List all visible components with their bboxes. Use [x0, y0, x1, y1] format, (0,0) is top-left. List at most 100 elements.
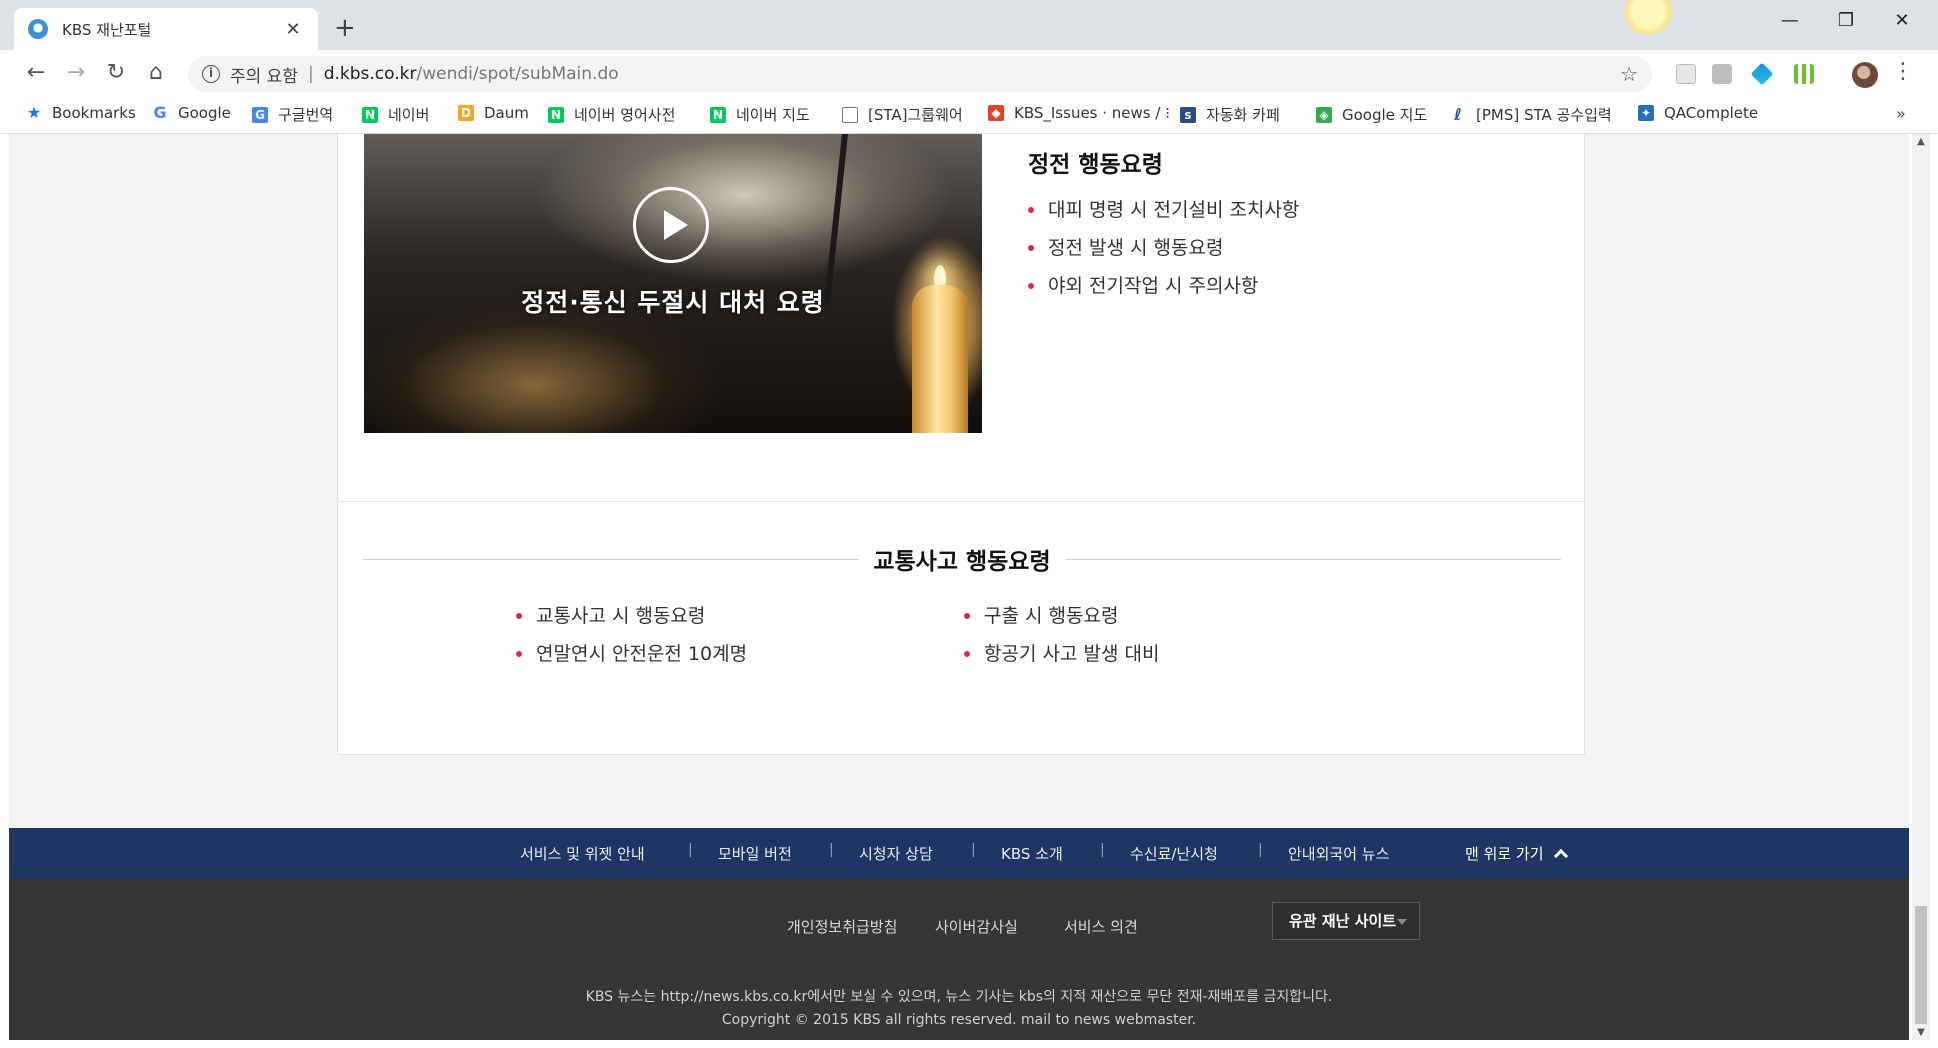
- window-bottom-edge: [0, 1040, 1938, 1048]
- list-item[interactable]: 항공기 사고 발생 대비: [964, 635, 1159, 673]
- bookmark-item[interactable]: N 네이버: [362, 104, 429, 125]
- back-button[interactable]: ←: [20, 60, 52, 86]
- tab-strip: KBS 재난포털 ✕ + — ❐ ✕: [0, 0, 1938, 50]
- browser-tab[interactable]: KBS 재난포털 ✕: [14, 8, 318, 50]
- gitlab-icon: ◆: [988, 105, 1004, 121]
- play-icon[interactable]: [633, 187, 709, 263]
- url-path: /wendi/spot/subMain.do: [416, 64, 619, 84]
- page-scrollbar[interactable]: ▲ ▼: [1912, 134, 1930, 1040]
- video-scene-shadow: [824, 134, 850, 305]
- bookmark-item[interactable]: N 네이버 지도: [710, 104, 810, 125]
- bullet-dot: [516, 651, 522, 657]
- naver-icon: N: [362, 106, 378, 123]
- bookmark-label: [STA]그룹웨어: [868, 106, 963, 124]
- bookmark-label: 구글번역: [278, 106, 334, 124]
- star-icon: ★: [26, 103, 42, 122]
- list-item[interactable]: 교통사고 시 행동요령: [516, 597, 747, 635]
- minimize-button[interactable]: —: [1770, 10, 1810, 31]
- footer-link-viewer[interactable]: 시청자 상담: [859, 843, 933, 864]
- footer-link-mobile[interactable]: 모바일 버전: [718, 843, 792, 864]
- footer-link-audit[interactable]: 사이버감사실: [935, 916, 1018, 937]
- new-tab-button[interactable]: +: [334, 14, 356, 42]
- restore-button[interactable]: ❐: [1826, 10, 1866, 31]
- list-item-label: 연말연시 안전운전 10계명: [536, 643, 748, 665]
- bullet-dot: [964, 613, 970, 619]
- bookmark-item[interactable]: G Google: [152, 103, 231, 122]
- bookmark-label: Bookmarks: [52, 104, 136, 122]
- footer-link-privacy[interactable]: 개인정보취급방침: [787, 916, 897, 937]
- video-thumbnail[interactable]: 정전·통신 두절시 대처 요령: [364, 134, 982, 433]
- bookmark-item[interactable]: ℓ [PMS] STA 공수입력: [1450, 104, 1612, 125]
- scroll-up-icon[interactable]: ▲: [1912, 136, 1930, 147]
- google-icon: G: [153, 103, 167, 122]
- footer-link-foreign-news[interactable]: 안내외국어 뉴스: [1288, 843, 1389, 864]
- bookmark-item[interactable]: ★ Bookmarks: [26, 104, 136, 122]
- browser-chrome: KBS 재난포털 ✕ + — ❐ ✕ ← → ↻ ⌂ i 주의 요함 | d.k…: [0, 0, 1938, 134]
- footer-link-about[interactable]: KBS 소개: [1001, 843, 1063, 864]
- bullet-dot: [1028, 245, 1034, 251]
- reload-button[interactable]: ↻: [100, 60, 132, 86]
- forward-button[interactable]: →: [60, 60, 92, 86]
- bookmark-label: QAComplete: [1664, 104, 1759, 122]
- traffic-list-left: 교통사고 시 행동요령 연말연시 안전운전 10계명: [516, 597, 747, 673]
- scroll-down-icon[interactable]: ▼: [1912, 1027, 1930, 1038]
- close-window-button[interactable]: ✕: [1882, 10, 1922, 31]
- list-item-label: 구출 시 행동요령: [984, 605, 1119, 627]
- bookmark-star-icon[interactable]: ☆: [1620, 62, 1638, 86]
- bullet-dot: [1028, 207, 1034, 213]
- page-viewport: 정전·통신 두절시 대처 요령 정전 행동요령 대피 명령 시 전기설비 조치사…: [9, 134, 1909, 1040]
- security-warning: 주의 요함: [230, 66, 298, 87]
- extension-ex-icon[interactable]: [1712, 64, 1732, 84]
- bookmark-label: 자동화 카페: [1206, 106, 1280, 124]
- list-item[interactable]: 야외 전기작업 시 주의사항: [1028, 267, 1299, 305]
- bookmark-item[interactable]: D Daum: [458, 104, 529, 122]
- bookmark-item[interactable]: G 구글번역: [252, 104, 333, 125]
- footer-link-service[interactable]: 서비스 및 위젯 안내: [520, 843, 645, 864]
- list-item[interactable]: 연말연시 안전운전 10계명: [516, 635, 747, 673]
- footer-separator: |: [1100, 842, 1105, 858]
- bookmark-item[interactable]: ◆ KBS_Issues · news / ⁝: [988, 104, 1170, 122]
- scroll-thumb[interactable]: [1915, 906, 1927, 1024]
- bullet-dot: [1028, 283, 1034, 289]
- profile-avatar[interactable]: [1852, 62, 1878, 88]
- back-to-top-label: 맨 위로 가기: [1465, 845, 1544, 863]
- browser-toolbar: ← → ↻ ⌂ i 주의 요함 | d.kbs.co.kr /wendi/spo…: [0, 50, 1938, 98]
- bookmark-label: 네이버 지도: [736, 106, 810, 124]
- footer-link-fee[interactable]: 수신료/난시청: [1130, 843, 1218, 864]
- translate-icon: G: [252, 106, 268, 123]
- footer-link-feedback[interactable]: 서비스 의견: [1064, 916, 1138, 937]
- traffic-card: 교통사고 행동요령 교통사고 시 행동요령 연말연시 안전운전 10계명 구출 …: [337, 501, 1585, 755]
- bookmark-item[interactable]: ◈ Google 지도: [1316, 104, 1427, 125]
- browser-menu-icon[interactable]: ⋮: [1892, 60, 1914, 84]
- bookmark-item[interactable]: [STA]그룹웨어: [842, 104, 963, 125]
- bullet-dot: [964, 651, 970, 657]
- bookmark-label: Google: [178, 104, 231, 122]
- url-host: d.kbs.co.kr: [323, 64, 417, 84]
- bookmarks-overflow-icon[interactable]: »: [1896, 104, 1906, 123]
- footer-separator: |: [1258, 842, 1263, 858]
- related-sites-select[interactable]: 유관 재난 사이트: [1272, 902, 1420, 940]
- bookmark-label: 네이버 영어사전: [574, 106, 676, 124]
- bookmark-label: Daum: [484, 104, 529, 122]
- section-title: 정전 행동요령: [1028, 152, 1163, 178]
- back-to-top-button[interactable]: 맨 위로 가기: [1465, 843, 1568, 864]
- list-item[interactable]: 대피 명령 시 전기설비 조치사항: [1028, 191, 1299, 229]
- bookmark-label: [PMS] STA 공수입력: [1476, 106, 1612, 124]
- list-item[interactable]: 정전 발생 시 행동요령: [1028, 229, 1299, 267]
- home-button[interactable]: ⌂: [140, 60, 172, 86]
- copyright-line: Copyright © 2015 KBS all rights reserved…: [721, 1012, 1197, 1028]
- list-item[interactable]: 구출 시 행동요령: [964, 597, 1159, 635]
- section-title: 교통사고 행동요령: [338, 542, 1586, 576]
- list-item-label: 대피 명령 시 전기설비 조치사항: [1048, 199, 1300, 221]
- bookmark-item[interactable]: N 네이버 영어사전: [548, 104, 675, 125]
- bookmark-item[interactable]: ✦ QAComplete: [1638, 104, 1758, 122]
- address-bar[interactable]: i 주의 요함 | d.kbs.co.kr /wendi/spot/subMai…: [188, 56, 1652, 92]
- footer-nav: 서비스 및 위젯 안내 | 모바일 버전 | 시청자 상담 | KBS 소개 |…: [9, 828, 1909, 878]
- extension-diamond-icon[interactable]: [1750, 62, 1774, 86]
- cafe-icon: s: [1180, 106, 1196, 123]
- extension-ladder-icon[interactable]: [1794, 64, 1814, 84]
- close-tab-icon[interactable]: ✕: [282, 19, 304, 40]
- extension-cast-icon[interactable]: [1676, 64, 1696, 84]
- site-info-icon[interactable]: i: [202, 65, 220, 83]
- bookmark-item[interactable]: s 자동화 카페: [1180, 104, 1280, 125]
